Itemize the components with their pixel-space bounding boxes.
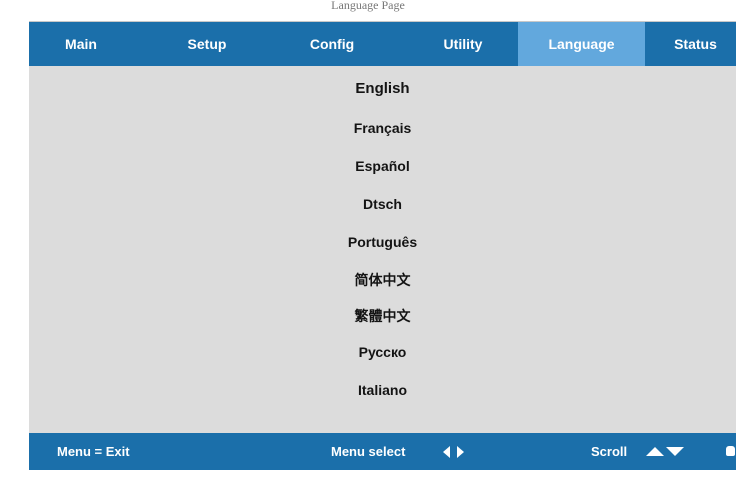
tab-setup[interactable]: Setup: [153, 22, 261, 66]
enter-key-icon: [726, 446, 735, 456]
menu-select-hint: Menu select: [331, 444, 406, 459]
language-option-portugues[interactable]: Português: [29, 234, 736, 250]
tab-language[interactable]: Language: [518, 22, 645, 66]
exit-hint: Menu = Exit: [57, 444, 130, 459]
page-caption: Language Page: [331, 0, 405, 12]
language-option-english[interactable]: English: [29, 80, 736, 97]
osd-menu-panel: Main Setup Config Utility Language Statu…: [29, 21, 736, 470]
language-option-traditional-chinese[interactable]: 繁體中文: [29, 306, 736, 326]
language-option-simplified-chinese[interactable]: 简体中文: [29, 270, 736, 290]
up-down-arrow-icon: [646, 446, 688, 458]
scroll-hint: Scroll: [591, 444, 628, 459]
menu-tab-bar: Main Setup Config Utility Language Statu…: [29, 22, 736, 66]
left-right-arrow-icon: [441, 445, 471, 459]
language-option-espanol[interactable]: Español: [29, 158, 736, 174]
tab-config[interactable]: Config: [275, 22, 389, 66]
osd-hint-bar: Menu = Exit Menu select Scroll: [29, 433, 736, 470]
tab-utility[interactable]: Utility: [409, 22, 517, 66]
language-option-deutsch[interactable]: Dtsch: [29, 196, 736, 212]
projector-osd-screen: Language Page Main Setup Config Utility …: [0, 0, 736, 498]
tab-main[interactable]: Main: [29, 22, 133, 66]
language-option-russian[interactable]: Русско: [29, 344, 736, 360]
language-option-italiano[interactable]: Italiano: [29, 382, 736, 398]
tab-status[interactable]: Status: [655, 22, 736, 66]
language-option-francais[interactable]: Français: [29, 120, 736, 136]
